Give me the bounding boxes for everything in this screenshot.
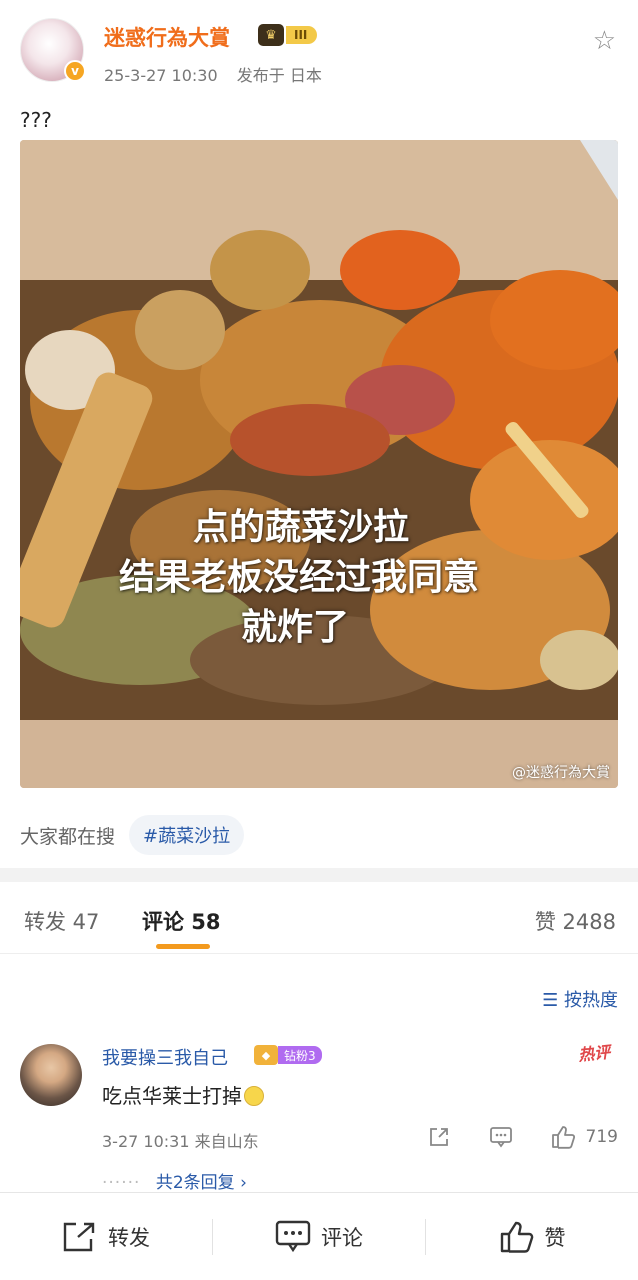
repost-button[interactable]: 转发	[0, 1193, 212, 1280]
author-name[interactable]: 迷惑行為大賞	[104, 22, 230, 52]
commenter-name[interactable]: 我要操三我自己	[102, 1044, 228, 1070]
comment-label: 评论	[321, 1226, 363, 1250]
sort-label: 按热度	[564, 990, 618, 1011]
reply-icon[interactable]	[488, 1124, 514, 1150]
comment-item: 我要操三我自己 ◆ 钻粉3 热评 吃点华莱士打掉 3-27 10:31 来自山东…	[0, 1040, 638, 1193]
post-text: ???	[20, 108, 52, 132]
diamond-icon: ◆	[254, 1045, 278, 1065]
fan-level: 钻粉3	[278, 1046, 322, 1064]
repost-icon	[63, 1222, 95, 1252]
author-avatar-wrap[interactable]: v	[20, 18, 86, 82]
thumbs-up-icon[interactable]	[550, 1124, 576, 1150]
post-location: 发布于 日本	[236, 66, 322, 85]
trending-tag[interactable]: #蔬菜沙拉	[129, 815, 245, 855]
sort-by-hot-button[interactable]: ☰ 按热度	[542, 986, 618, 1012]
hot-comment-tag: 热评	[577, 1042, 612, 1065]
comment-button[interactable]: 评论	[213, 1193, 425, 1280]
post-image[interactable]: 点的蔬菜沙拉 结果老板没经过我同意 就炸了 @迷惑行為大賞	[20, 140, 618, 788]
replies-label: 共2条回复	[155, 1173, 235, 1193]
like-icon	[500, 1221, 533, 1253]
overlay-line-1: 点的蔬菜沙拉	[192, 507, 409, 548]
tab-comments[interactable]: 评论 58	[142, 906, 221, 936]
crown-icon: ♛	[258, 24, 284, 46]
comment-like-count: 719	[585, 1127, 618, 1147]
image-watermark: @迷惑行為大賞	[512, 765, 610, 781]
overlay-line-2: 结果老板没经过我同意	[118, 557, 479, 598]
rank-badge: ♛ III	[258, 24, 318, 46]
trending-label: 大家都在搜	[20, 825, 116, 848]
repost-label: 转发	[108, 1226, 150, 1250]
rank-level: III	[286, 26, 318, 44]
post-tabs: 转发 47 评论 58 赞 2488	[0, 888, 638, 954]
bottom-action-bar: 转发 评论 赞	[0, 1192, 638, 1280]
tab-repost[interactable]: 转发 47	[24, 906, 99, 936]
view-replies-link[interactable]: ······ 共2条回复 ›	[102, 1168, 247, 1193]
post-meta: 25-3-27 10:30 发布于 日本	[104, 62, 336, 86]
favorite-star-icon[interactable]: ☆	[593, 26, 616, 56]
post-date: 25-3-27 10:30	[104, 66, 218, 85]
comment-icon	[275, 1220, 311, 1253]
verified-v-icon: v	[64, 60, 86, 82]
fried-vegetables-photo	[20, 140, 618, 788]
trending-row: 大家都在搜 #蔬菜沙拉	[20, 814, 245, 856]
comment-actions: 719	[390, 1124, 618, 1150]
comment-meta: 3-27 10:31 来自山东	[102, 1128, 259, 1152]
sort-icon: ☰	[542, 990, 559, 1011]
section-divider	[0, 868, 638, 882]
comment-body: 吃点华莱士打掉	[102, 1084, 242, 1108]
chevron-right-icon: ›	[240, 1173, 247, 1193]
fan-badge: ◆ 钻粉3	[254, 1044, 322, 1066]
tab-likes[interactable]: 赞 2488	[535, 906, 616, 936]
commenter-avatar[interactable]	[20, 1044, 82, 1106]
emoji-icon	[244, 1086, 264, 1106]
like-label: 赞	[544, 1226, 566, 1250]
comment-from: 来自山东	[194, 1132, 259, 1151]
weibo-post-page: v 迷惑行為大賞 ♛ III 25-3-27 10:30 发布于 日本 ☆ ??…	[0, 0, 638, 1280]
reply-dots: ······	[102, 1173, 141, 1193]
share-icon[interactable]	[426, 1124, 452, 1150]
comment-time: 3-27 10:31	[102, 1132, 190, 1151]
comment-text: 吃点华莱士打掉	[102, 1080, 264, 1109]
post-header: v 迷惑行為大賞 ♛ III 25-3-27 10:30 发布于 日本 ☆	[0, 0, 638, 100]
active-tab-underline	[156, 944, 210, 949]
like-button[interactable]: 赞	[426, 1193, 638, 1280]
overlay-line-3: 就炸了	[240, 607, 349, 648]
